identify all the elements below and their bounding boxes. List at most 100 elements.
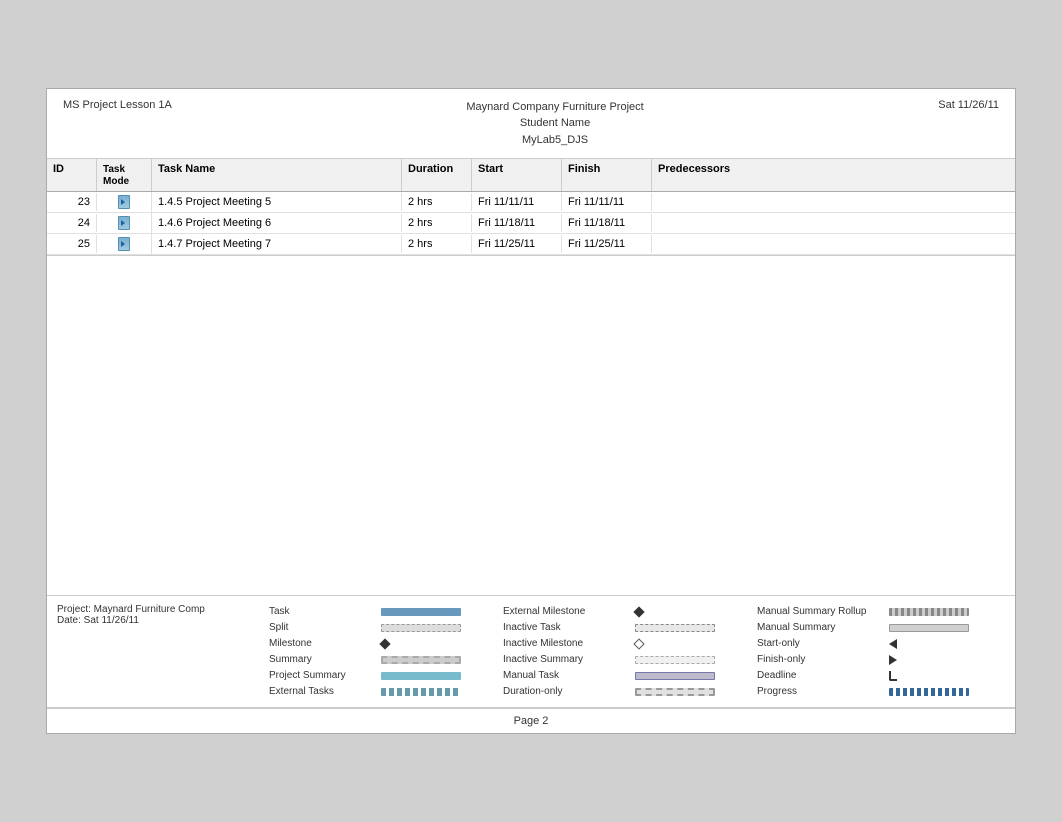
legend-sym-progress [885,684,1005,699]
header: MS Project Lesson 1A Maynard Company Fur… [47,89,1015,160]
cell-finish-24: Fri 11/18/11 [562,214,652,232]
legend-label-summary: Summary [265,652,375,667]
legend-label-inactive-summary: Inactive Summary [499,652,629,667]
col-header-mode: TaskMode [97,159,152,191]
legend-sym-manual-summary [885,620,1005,635]
page-number: Page 2 [47,708,1015,733]
task-symbol [381,608,461,616]
milestone-symbol [379,638,390,649]
col-header-predecessors: Predecessors [652,159,752,191]
legend-label-finish-only: Finish-only [753,652,883,667]
cell-id-25: 25 [47,235,97,253]
legend-label-inactive-task: Inactive Task [499,620,629,635]
legend-label-progress: Progress [753,684,883,699]
duration-only-symbol [635,688,715,696]
legend-sym-ext-milestone [631,604,751,619]
task-mode-icon [118,216,130,230]
cell-mode-25 [97,234,152,254]
task-mode-icon [118,195,130,209]
cell-name-23: 1.4.5 Project Meeting 5 [152,193,402,211]
project-lesson: MS Project Lesson 1A [63,99,172,111]
cell-pred-24 [652,220,752,226]
cell-pred-23 [652,199,752,205]
legend-sym-manual-task [631,668,751,683]
start-only-symbol [889,639,897,649]
inactive-task-symbol [635,624,715,632]
project-summary-symbol [381,672,461,680]
main-container: MS Project Lesson 1A Maynard Company Fur… [46,88,1016,735]
cell-start-24: Fri 11/18/11 [472,214,562,232]
company-name: Maynard Company Furniture Project [466,99,643,116]
inactive-summary-symbol [635,656,715,664]
legend-label-manual-task: Manual Task [499,668,629,683]
external-tasks-symbol [381,688,461,696]
cell-id-23: 23 [47,193,97,211]
deadline-symbol [889,671,897,681]
cell-name-25: 1.4.7 Project Meeting 7 [152,235,402,253]
legend-sym-duration-only [631,684,751,699]
cell-finish-23: Fri 11/11/11 [562,193,652,211]
manual-summary-rollup-symbol [889,608,969,616]
legend-sym-task [377,604,497,619]
legend-project-info: Project: Maynard Furniture Comp Date: Sa… [57,604,265,699]
legend-sym-project-summary [377,668,497,683]
table-row: 23 1.4.5 Project Meeting 5 2 hrs Fri 11/… [47,192,1015,213]
cell-name-24: 1.4.6 Project Meeting 6 [152,214,402,232]
student-label: Student Name [466,115,643,132]
legend-label-start-only: Start-only [753,636,883,651]
cell-id-24: 24 [47,214,97,232]
legend-label-milestone: Milestone [265,636,375,651]
project-info-line2: Date: Sat 11/26/11 [57,615,255,626]
legend-label-inactive-milestone: Inactive Milestone [499,636,629,651]
split-symbol [381,624,461,632]
cell-dur-24: 2 hrs [402,214,472,232]
legend-sym-inactive-summary [631,652,751,667]
legend-sym-milestone [377,636,497,651]
legend-label-split: Split [265,620,375,635]
student-id: MyLab5_DJS [466,132,643,149]
col-header-finish: Finish [562,159,652,191]
date: Sat 11/26/11 [938,99,999,111]
legend-grid: Task External Milestone Manual Summary R… [265,604,1005,699]
table-row: 25 1.4.7 Project Meeting 7 2 hrs Fri 11/… [47,234,1015,255]
legend-sym-deadline [885,668,1005,683]
col-header-duration: Duration [402,159,472,191]
col-header-id: ID [47,159,97,191]
task-mode-icon [118,237,130,251]
cell-start-23: Fri 11/11/11 [472,193,562,211]
project-info-line1: Project: Maynard Furniture Comp [57,604,255,615]
col-header-name: Task Name [152,159,402,191]
manual-task-symbol [635,672,715,680]
legend-label-manual-summary: Manual Summary [753,620,883,635]
legend-sym-inactive-milestone [631,636,751,651]
cell-pred-25 [652,241,752,247]
cell-finish-25: Fri 11/25/11 [562,235,652,253]
legend-label-deadline: Deadline [753,668,883,683]
header-right: Sat 11/26/11 [938,99,999,111]
legend-label-ext-milestone: External Milestone [499,604,629,619]
legend-label-external-tasks: External Tasks [265,684,375,699]
legend-label-task: Task [265,604,375,619]
table-row: 24 1.4.6 Project Meeting 6 2 hrs Fri 11/… [47,213,1015,234]
legend-sym-finish-only [885,652,1005,667]
finish-only-symbol [889,655,897,665]
cell-mode-23 [97,192,152,212]
legend-label-project-summary: Project Summary [265,668,375,683]
inactive-milestone-symbol [633,638,644,649]
legend-sym-inactive-task [631,620,751,635]
legend-label-duration-only: Duration-only [499,684,629,699]
legend-sym-split [377,620,497,635]
header-left: MS Project Lesson 1A [63,99,172,111]
legend-sym-external-tasks [377,684,497,699]
legend-sym-summary [377,652,497,667]
table-area: ID TaskMode Task Name Duration Start Fin… [47,159,1015,256]
header-center: Maynard Company Furniture Project Studen… [466,99,643,149]
col-header-start: Start [472,159,562,191]
manual-summary-symbol [889,624,969,632]
cell-dur-25: 2 hrs [402,235,472,253]
summary-symbol [381,656,461,664]
empty-gantt-area [47,256,1015,596]
legend-label-manual-summary-rollup: Manual Summary Rollup [753,604,883,619]
progress-symbol [889,688,969,696]
cell-dur-23: 2 hrs [402,193,472,211]
